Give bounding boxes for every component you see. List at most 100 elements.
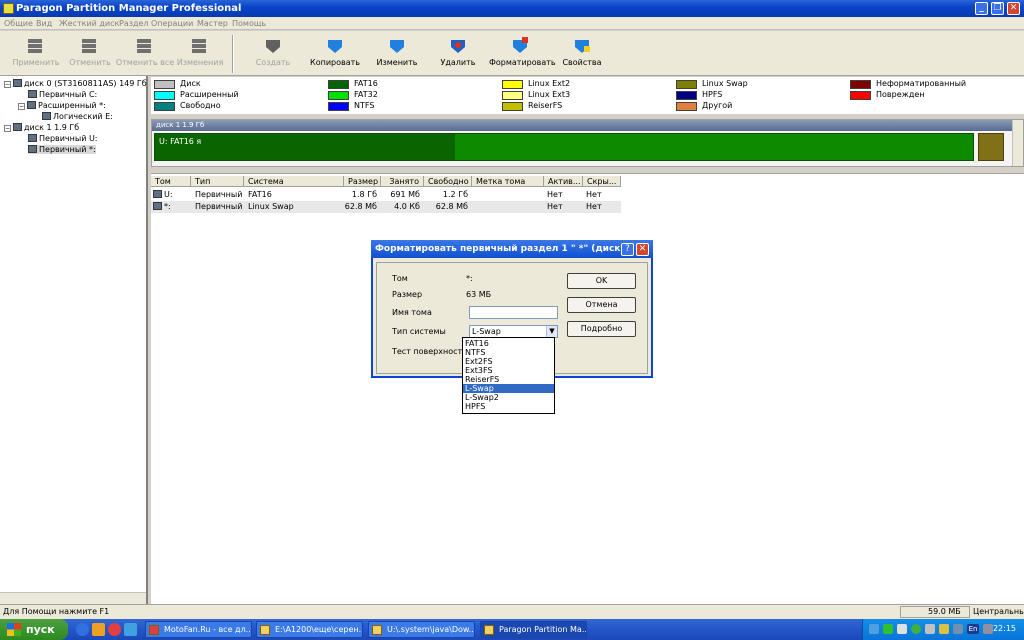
close-button[interactable]: ✕ xyxy=(1007,2,1020,15)
filesystem-option[interactable]: NTFS xyxy=(463,348,554,357)
column-header[interactable]: Тип xyxy=(191,176,244,187)
menu-help[interactable]: Помощь xyxy=(232,19,266,28)
task-paragon[interactable]: Paragon Partition Ma... xyxy=(480,621,587,638)
filesystem-option[interactable]: Ext2FS xyxy=(463,357,554,366)
collapse-icon[interactable]: − xyxy=(4,81,11,88)
minimize-button[interactable]: _ xyxy=(975,2,988,15)
filesystem-option[interactable]: ReiserFS xyxy=(463,375,554,384)
cell-used: 4.0 Кб xyxy=(394,202,420,211)
ok-button[interactable]: OK xyxy=(567,273,636,289)
tray-icon[interactable] xyxy=(883,624,893,634)
properties-button[interactable]: Свойства xyxy=(551,35,613,73)
legend-swatch xyxy=(502,102,523,111)
dialog-close-button[interactable]: ✕ xyxy=(636,243,649,256)
column-header[interactable]: Скры... xyxy=(583,176,621,187)
tray-icon[interactable] xyxy=(869,624,879,634)
tree-node-label: Логический E: xyxy=(53,112,113,121)
tree-node-primary-u[interactable]: Первичный U: xyxy=(28,134,98,143)
legend-label: NTFS xyxy=(354,101,375,110)
tray-icon[interactable] xyxy=(925,624,935,634)
task-explorer-e[interactable]: E:\A1200\еще\серен... xyxy=(256,621,363,638)
partition-bar-u[interactable]: U: FAT16 я xyxy=(154,133,974,161)
create-button[interactable]: Создать xyxy=(242,35,304,73)
volume-value: *: xyxy=(466,274,473,283)
disk-map-scrollbar[interactable] xyxy=(1012,120,1023,166)
tree-horizontal-scrollbar[interactable] xyxy=(0,592,146,604)
filesystem-option[interactable]: Ext3FS xyxy=(463,366,554,375)
partition-bar-swap[interactable] xyxy=(978,133,1004,161)
tree-node-extended[interactable]: − Расширенный *: xyxy=(18,101,106,110)
apply-button[interactable]: Применить xyxy=(5,35,67,73)
cell-size: 1.8 Гб xyxy=(351,190,377,199)
partition-icon xyxy=(27,101,36,109)
tray-icon[interactable] xyxy=(911,624,921,634)
table-row[interactable]: U: xyxy=(153,190,173,199)
collapse-icon[interactable]: − xyxy=(18,103,25,110)
table-row[interactable]: *: xyxy=(153,202,171,211)
cell-hidden: Нет xyxy=(586,190,602,199)
app-icon xyxy=(3,3,14,14)
cancel-button[interactable]: Отмена xyxy=(567,297,636,313)
menu-view[interactable]: Вид xyxy=(36,19,52,28)
menu-wizard[interactable]: Мастер xyxy=(197,19,228,28)
column-header[interactable]: Свободно xyxy=(424,176,472,187)
tree-node-disk1[interactable]: − диск 1 1.9 Гб xyxy=(4,123,79,132)
menu-hard-disk[interactable]: Жесткий диск xyxy=(59,19,119,28)
undo-button[interactable]: Отменить xyxy=(59,35,121,73)
column-header[interactable]: Система xyxy=(244,176,344,187)
format-button[interactable]: Форматировать xyxy=(489,35,556,73)
task-label: E:\A1200\еще\серен... xyxy=(275,625,363,634)
filesystem-option[interactable]: FAT16 xyxy=(463,339,554,348)
start-button[interactable]: пуск xyxy=(0,619,68,640)
filesystem-option[interactable]: L-Swap2 xyxy=(463,393,554,402)
task-motofan[interactable]: MotoFan.Ru - все дл... xyxy=(145,621,252,638)
copy-button[interactable]: Копировать xyxy=(304,35,366,73)
tree-node-logical-e[interactable]: Логический E: xyxy=(42,112,113,121)
volume-name-input[interactable] xyxy=(469,306,558,319)
column-header[interactable]: Актив... xyxy=(544,176,583,187)
tray-icon[interactable] xyxy=(897,624,907,634)
tree-node-disk0[interactable]: − диск 0 (ST3160811AS) 149 Гб xyxy=(4,79,147,88)
chevron-down-icon[interactable]: ▼ xyxy=(546,326,557,337)
menu-general[interactable]: Общие xyxy=(4,19,33,28)
menu-partition[interactable]: Раздел xyxy=(119,19,149,28)
opera-icon[interactable] xyxy=(108,623,121,636)
menu-operations[interactable]: Операции xyxy=(151,19,193,28)
details-button[interactable]: Подробно xyxy=(567,321,636,337)
delete-button[interactable]: Удалить xyxy=(427,35,489,73)
show-desktop-icon[interactable] xyxy=(124,623,137,636)
collapse-icon[interactable]: − xyxy=(4,125,11,132)
legend-swatch xyxy=(850,91,871,100)
column-header[interactable]: Том xyxy=(151,176,191,187)
legend-swatch xyxy=(502,80,523,89)
legend-swatch xyxy=(676,91,697,100)
language-indicator[interactable]: En xyxy=(967,624,979,634)
legend-label: Linux Ext2 xyxy=(528,79,571,88)
restore-button[interactable]: ❐ xyxy=(991,2,1004,15)
column-header[interactable]: Метка тома xyxy=(472,176,544,187)
modify-button[interactable]: Изменить xyxy=(366,35,428,73)
help-button[interactable]: ? xyxy=(621,243,634,256)
filesystem-option[interactable]: HPFS xyxy=(463,402,554,411)
browser-icon[interactable] xyxy=(76,623,89,636)
filesystem-option-selected[interactable]: L-Swap xyxy=(463,384,554,393)
undo-all-button[interactable]: Отменить все xyxy=(114,35,176,73)
tray-icon[interactable] xyxy=(939,624,949,634)
column-header[interactable]: Занято xyxy=(381,176,424,187)
quicklaunch-icon[interactable] xyxy=(92,623,105,636)
task-explorer-u[interactable]: U:\.system\java\Dow... xyxy=(368,621,475,638)
system-tray: En 22:15 xyxy=(862,619,1024,640)
cell-used: 691 Мб xyxy=(390,190,420,199)
volume-icon[interactable] xyxy=(983,624,993,634)
tree-node-primary-swap[interactable]: Первичный *: xyxy=(28,145,96,154)
taskbar: пуск MotoFan.Ru - все дл... E:\A1200\еще… xyxy=(0,619,1024,640)
menu-bar: Общие Вид Жесткий диск Раздел Операции М… xyxy=(0,17,1024,30)
tree-node-primary-c[interactable]: Первичный C: xyxy=(28,90,97,99)
legend-label: Linux Swap xyxy=(702,79,748,88)
column-header[interactable]: Размер xyxy=(344,176,381,187)
tray-icon[interactable] xyxy=(953,624,963,634)
legend-label: Другой xyxy=(702,101,733,110)
title-bar: Paragon Partition Manager Professional _… xyxy=(0,0,1024,17)
changes-button[interactable]: Изменения xyxy=(169,35,231,73)
tree-node-label: Первичный U: xyxy=(39,134,98,143)
